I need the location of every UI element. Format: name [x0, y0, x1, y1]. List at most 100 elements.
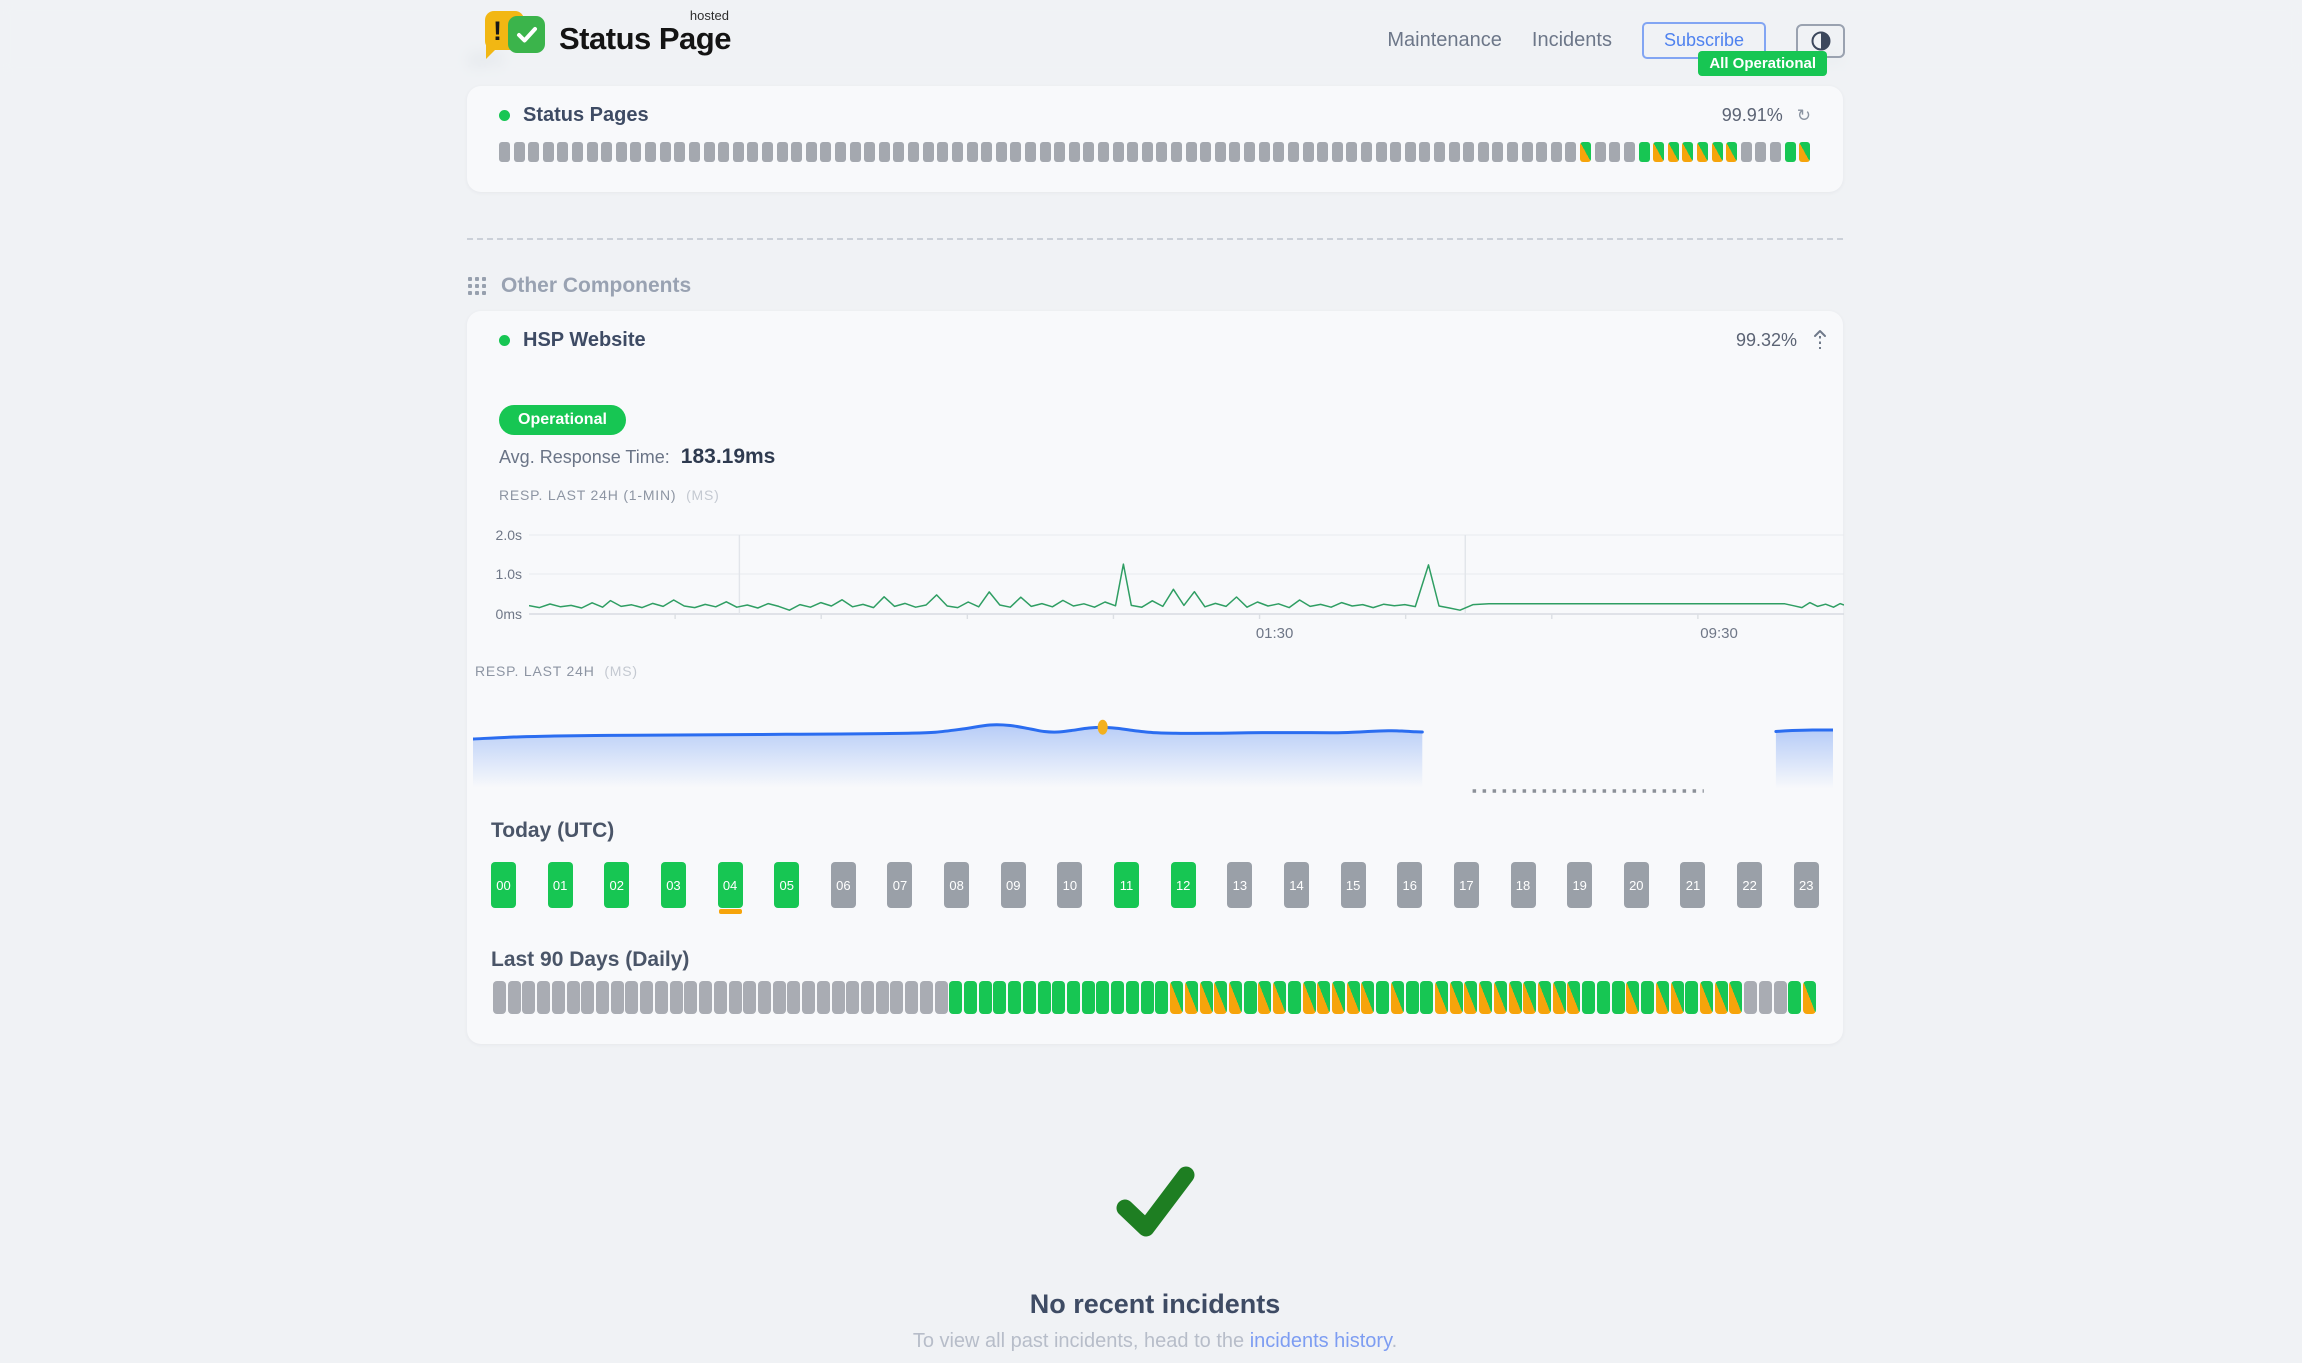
day-bar[interactable] [699, 981, 712, 1014]
hour-cell[interactable]: 01 [548, 862, 573, 908]
uptime-bar[interactable] [893, 142, 904, 162]
uptime-bar[interactable] [967, 142, 978, 162]
uptime-bar[interactable] [1025, 142, 1036, 162]
uptime-bar[interactable] [1288, 142, 1299, 162]
day-bar[interactable] [787, 981, 800, 1014]
hour-cell[interactable]: 18 [1511, 862, 1536, 908]
uptime-bar[interactable] [1741, 142, 1752, 162]
day-bar[interactable] [537, 981, 550, 1014]
uptime-bar[interactable] [1186, 142, 1197, 162]
hour-cell[interactable]: 06 [831, 862, 856, 908]
uptime-bar[interactable] [806, 142, 817, 162]
day-bar[interactable] [1464, 981, 1477, 1014]
uptime-bar[interactable] [1799, 142, 1810, 162]
day-bar[interactable] [522, 981, 535, 1014]
uptime-bar[interactable] [1405, 142, 1416, 162]
hour-cell[interactable]: 09 [1001, 862, 1026, 908]
uptime-bar[interactable] [1317, 142, 1328, 162]
hour-cell[interactable]: 15 [1341, 862, 1366, 908]
day-bar[interactable] [611, 981, 624, 1014]
day-bar[interactable] [1744, 981, 1757, 1014]
uptime-bar[interactable] [1536, 142, 1547, 162]
hour-cell[interactable]: 23 [1794, 862, 1819, 908]
uptime-bar[interactable] [733, 142, 744, 162]
day-bar[interactable] [1317, 981, 1330, 1014]
day-bar[interactable] [1376, 981, 1389, 1014]
day-bar[interactable] [817, 981, 830, 1014]
uptime-bar[interactable] [1712, 142, 1723, 162]
hour-cell[interactable]: 04 [718, 862, 743, 908]
day-bar[interactable] [1450, 981, 1463, 1014]
uptime-bar[interactable] [1419, 142, 1430, 162]
day-bar[interactable] [1082, 981, 1095, 1014]
day-bar[interactable] [1406, 981, 1419, 1014]
uptime-bar[interactable] [1595, 142, 1606, 162]
uptime-bar[interactable] [718, 142, 729, 162]
day-bar[interactable] [1273, 981, 1286, 1014]
day-bar[interactable] [581, 981, 594, 1014]
component-row-hsp-website[interactable]: HSP Website 99.32% [467, 325, 1843, 355]
uptime-bar[interactable] [1244, 142, 1255, 162]
day-bar[interactable] [993, 981, 1006, 1014]
uptime-bar[interactable] [791, 142, 802, 162]
incidents-history-link[interactable]: incidents history [1250, 1330, 1392, 1352]
hour-cell[interactable]: 05 [774, 862, 799, 908]
uptime-bar[interactable] [1054, 142, 1065, 162]
hour-cell[interactable]: 19 [1567, 862, 1592, 908]
day-bar[interactable] [1067, 981, 1080, 1014]
day-bar[interactable] [1155, 981, 1168, 1014]
uptime-bar[interactable] [1785, 142, 1796, 162]
day-bar[interactable] [714, 981, 727, 1014]
day-bar[interactable] [1612, 981, 1625, 1014]
component-row-status-pages[interactable]: Status Pages 99.91% ↻ [499, 100, 1811, 130]
day-bar[interactable] [1582, 981, 1595, 1014]
day-bar[interactable] [1523, 981, 1536, 1014]
day-bar[interactable] [1509, 981, 1522, 1014]
uptime-bar[interactable] [1376, 142, 1387, 162]
uptime-bar[interactable] [514, 142, 525, 162]
uptime-bar[interactable] [1171, 142, 1182, 162]
day-bar[interactable] [508, 981, 521, 1014]
uptime-bar[interactable] [996, 142, 1007, 162]
day-bar[interactable] [1244, 981, 1257, 1014]
day-bar[interactable] [1141, 981, 1154, 1014]
day-bar[interactable] [1200, 981, 1213, 1014]
uptime-bar[interactable] [1726, 142, 1737, 162]
hour-cell[interactable]: 21 [1680, 862, 1705, 908]
uptime-bar[interactable] [1449, 142, 1460, 162]
uptime-bar[interactable] [660, 142, 671, 162]
day-bar[interactable] [684, 981, 697, 1014]
day-bar[interactable] [1641, 981, 1654, 1014]
uptime-bar[interactable] [1361, 142, 1372, 162]
uptime-bar[interactable] [1127, 142, 1138, 162]
day-bar[interactable] [1229, 981, 1242, 1014]
day-bar[interactable] [979, 981, 992, 1014]
uptime-bar[interactable] [1229, 142, 1240, 162]
uptime-bar[interactable] [1624, 142, 1635, 162]
day-bar[interactable] [729, 981, 742, 1014]
refresh-icon[interactable]: ↻ [1797, 107, 1811, 124]
hour-cell[interactable]: 12 [1171, 862, 1196, 908]
uptime-bar[interactable] [1113, 142, 1124, 162]
uptime-bar[interactable] [864, 142, 875, 162]
uptime-bar[interactable] [1142, 142, 1153, 162]
day-bar[interactable] [1553, 981, 1566, 1014]
uptime-bar[interactable] [689, 142, 700, 162]
day-bar[interactable] [625, 981, 638, 1014]
day-bar[interactable] [552, 981, 565, 1014]
day-bar[interactable] [1774, 981, 1787, 1014]
uptime-bar[interactable] [1639, 142, 1650, 162]
day-bar[interactable] [758, 981, 771, 1014]
uptime-bar[interactable] [908, 142, 919, 162]
uptime-bar[interactable] [645, 142, 656, 162]
hour-cell[interactable]: 11 [1114, 862, 1139, 908]
day-bar[interactable] [1023, 981, 1036, 1014]
brand-logo[interactable]: ! hosted Status Page [485, 8, 731, 60]
response-time-area-chart[interactable] [473, 711, 1837, 799]
day-bar[interactable] [1185, 981, 1198, 1014]
day-bar[interactable] [1303, 981, 1316, 1014]
uptime-bar[interactable] [1200, 142, 1211, 162]
day-bar[interactable] [1420, 981, 1433, 1014]
uptime-bar[interactable] [1565, 142, 1576, 162]
hour-cell[interactable]: 16 [1397, 862, 1422, 908]
